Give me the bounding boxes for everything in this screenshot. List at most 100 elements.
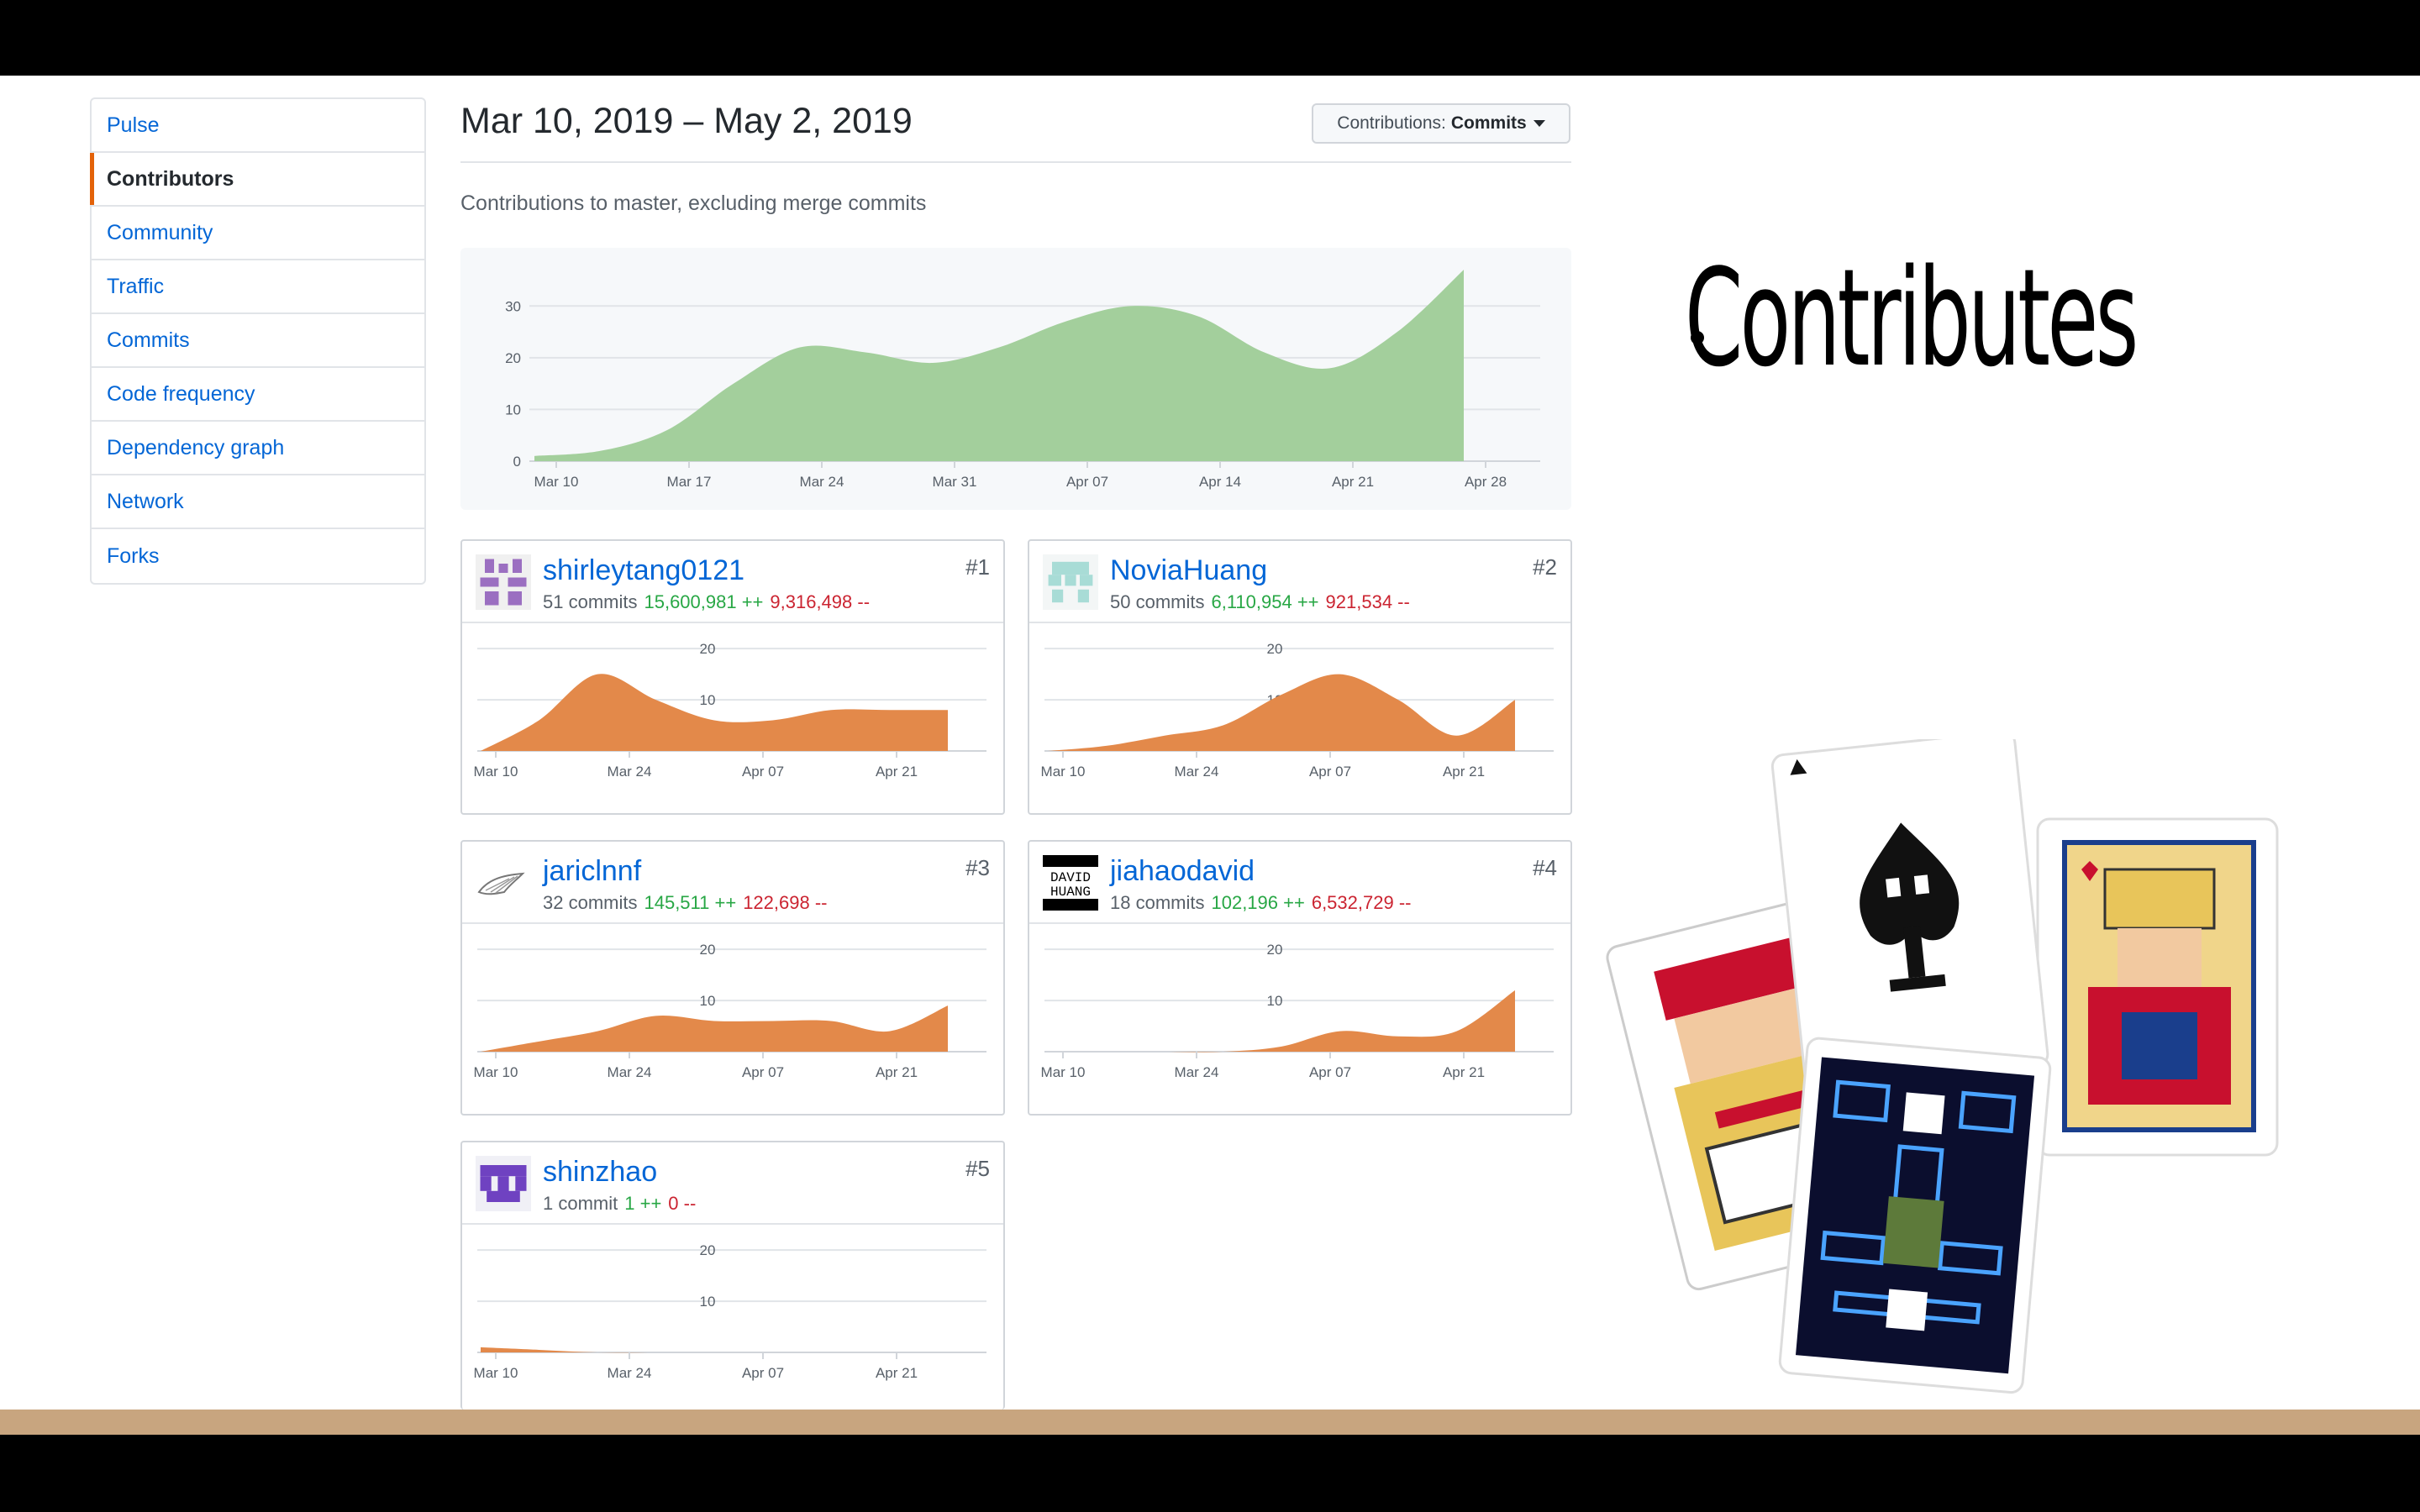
sidebar-item-label: Pulse: [107, 113, 160, 137]
header-divider: [460, 161, 1571, 163]
contributor-chart-svg: 1020Mar 10Mar 24Apr 07Apr 21: [474, 641, 986, 780]
contributor-card-header: DAVID HUANG jiahaodavid 18 commits 102,19…: [1029, 842, 1570, 924]
series-area: [534, 270, 1464, 461]
contributor-rank: #2: [1533, 554, 1557, 580]
x-tick-label: Mar 24: [608, 1365, 652, 1381]
y-tick-label: 30: [505, 298, 521, 314]
x-tick-label: Mar 24: [1175, 764, 1219, 780]
king-card-image: [2036, 817, 2279, 1157]
deletions-count: 122,698 --: [743, 892, 828, 913]
contributor-card: NoviaHuang 50 commits 6,110,954 ++ 921,534…: [1028, 539, 1572, 815]
y-tick-label: 20: [505, 350, 521, 366]
y-tick-label: 10: [700, 993, 716, 1009]
sidebar-item-forks[interactable]: Forks: [92, 529, 424, 583]
sidebar-item-label: Forks: [107, 543, 160, 568]
sidebar-item-label: Traffic: [107, 274, 165, 298]
x-tick-label: Apr 07: [1309, 1064, 1351, 1080]
additions-count: 1 ++: [624, 1193, 662, 1214]
contributor-name-link[interactable]: jariclnnf: [543, 855, 641, 888]
y-tick-label: 20: [700, 641, 716, 657]
sidebar-item-community[interactable]: Community: [92, 207, 424, 260]
x-tick-label: Apr 07: [742, 1064, 784, 1080]
violet-identicon-icon[interactable]: [476, 1156, 531, 1211]
sketch-avatar-icon[interactable]: [476, 855, 531, 911]
sidebar-item-code-frequency[interactable]: Code frequency: [92, 368, 424, 422]
deletions-count: 6,532,729 --: [1311, 892, 1412, 913]
teal-identicon-icon[interactable]: [1043, 554, 1098, 610]
contributions-overview-chart: 0 10 20 30 Mar 10 Mar 17 Mar 24 Mar 31 Apr 07 Apr…: [460, 248, 1571, 510]
x-tick-label: Mar 10: [1041, 764, 1086, 780]
x-tick-label: Apr 21: [1332, 474, 1374, 490]
commit-count[interactable]: 50 commits: [1110, 591, 1204, 612]
contributor-card-header: shirleytang0121 51 commits 15,600,981 ++ 9…: [462, 541, 1003, 623]
x-tick-label: Mar 24: [1175, 1064, 1219, 1080]
contributor-card-header: NoviaHuang 50 commits 6,110,954 ++ 921,534…: [1029, 541, 1570, 623]
x-tick-label: Mar 10: [534, 474, 579, 490]
x-tick-label: Apr 21: [1443, 1064, 1485, 1080]
sidebar-item-contributors[interactable]: Contributors: [90, 153, 424, 207]
sidebar-item-label: Contributors: [107, 166, 234, 191]
slide-bottom-bar: [0, 1435, 2420, 1512]
contributor-rank: #4: [1533, 855, 1557, 880]
y-tick-label: 10: [1267, 993, 1283, 1009]
x-tick-label: Apr 07: [742, 1365, 784, 1381]
y-tick-label: 20: [700, 1242, 716, 1258]
sidebar-item-label: Network: [107, 489, 184, 513]
x-tick-label: Apr 07: [1066, 474, 1108, 490]
commit-count[interactable]: 1 commit: [543, 1193, 618, 1214]
contributor-name-link[interactable]: shirleytang0121: [543, 554, 744, 587]
contributor-name-link[interactable]: jiahaodavid: [1110, 855, 1255, 888]
sidebar-item-label: Code frequency: [107, 381, 255, 406]
x-tick-label: Mar 10: [474, 1365, 518, 1381]
contributor-chart-svg: 1020Mar 10Mar 24Apr 07Apr 21: [474, 1242, 986, 1381]
select-prefix: Contributions:: [1337, 113, 1446, 133]
commit-count[interactable]: 18 commits: [1110, 892, 1204, 913]
ace-of-spades-card-image: [1770, 739, 2049, 1090]
series-area: [1048, 674, 1515, 751]
y-tick-label: 10: [700, 1294, 716, 1310]
overview-chart-svg: 0 10 20 30 Mar 10 Mar 17 Mar 24 Mar 31 Apr 07 Apr…: [505, 270, 1540, 490]
x-tick-label: Apr 21: [876, 764, 918, 780]
maze-card-image: [1778, 1037, 2052, 1394]
y-tick-label: 20: [1267, 641, 1283, 657]
sidebar-item-pulse[interactable]: Pulse: [92, 99, 424, 153]
david-huang-avatar-icon[interactable]: DAVID HUANG: [1043, 855, 1098, 911]
sidebar-item-commits[interactable]: Commits: [92, 314, 424, 368]
contributor-chart-svg: 1020Mar 10Mar 24Apr 07Apr 21: [1041, 641, 1554, 780]
select-value: Commits: [1450, 113, 1527, 133]
sidebar-item-dependency-graph[interactable]: Dependency graph: [92, 422, 424, 475]
contributor-name-link[interactable]: NoviaHuang: [1110, 554, 1267, 587]
x-tick-label: Mar 17: [667, 474, 712, 490]
contributor-chart-svg: 1020Mar 10Mar 24Apr 07Apr 21: [474, 942, 986, 1080]
series-area: [481, 1005, 948, 1052]
chart-subtitle: Contributions to master, excluding merge…: [460, 192, 927, 215]
x-tick-label: Apr 07: [1309, 764, 1351, 780]
contributor-rank: #5: [965, 1156, 990, 1181]
playing-cards-illustration: [1606, 739, 2279, 1394]
commit-count[interactable]: 32 commits: [543, 892, 637, 913]
slide-bullet-text: Contributes: [1685, 239, 2139, 396]
contributor-rank: #3: [965, 855, 990, 880]
y-tick-label: 10: [505, 402, 521, 417]
contributions-type-select[interactable]: Contributions: Commits: [1312, 103, 1570, 144]
contributor-stats: 1 commit 1 ++ 0 --: [543, 1193, 696, 1215]
deletions-count: 0 --: [668, 1193, 697, 1214]
x-tick-label: Mar 24: [608, 764, 652, 780]
contributor-stats: 32 commits 145,511 ++ 122,698 --: [543, 892, 827, 914]
contributor-name-link[interactable]: shinzhao: [543, 1156, 657, 1189]
sidebar-item-network[interactable]: Network: [92, 475, 424, 529]
purple-identicon-icon[interactable]: [476, 554, 531, 610]
series-area: [481, 674, 948, 751]
contributor-chart-svg: 1020Mar 10Mar 24Apr 07Apr 21: [1041, 942, 1554, 1080]
contributor-rank: #1: [965, 554, 990, 580]
avatar-text-line: HUANG: [1050, 885, 1091, 900]
y-tick-label: 0: [513, 454, 521, 470]
contributor-card: DAVID HUANG jiahaodavid 18 commits 102,19…: [1028, 840, 1572, 1116]
sidebar-item-traffic[interactable]: Traffic: [92, 260, 424, 314]
x-tick-label: Apr 28: [1465, 474, 1507, 490]
deletions-count: 9,316,498 --: [770, 591, 871, 612]
x-tick-label: Mar 10: [1041, 1064, 1086, 1080]
x-tick-label: Mar 24: [800, 474, 844, 490]
x-tick-label: Apr 07: [742, 764, 784, 780]
commit-count[interactable]: 51 commits: [543, 591, 637, 612]
